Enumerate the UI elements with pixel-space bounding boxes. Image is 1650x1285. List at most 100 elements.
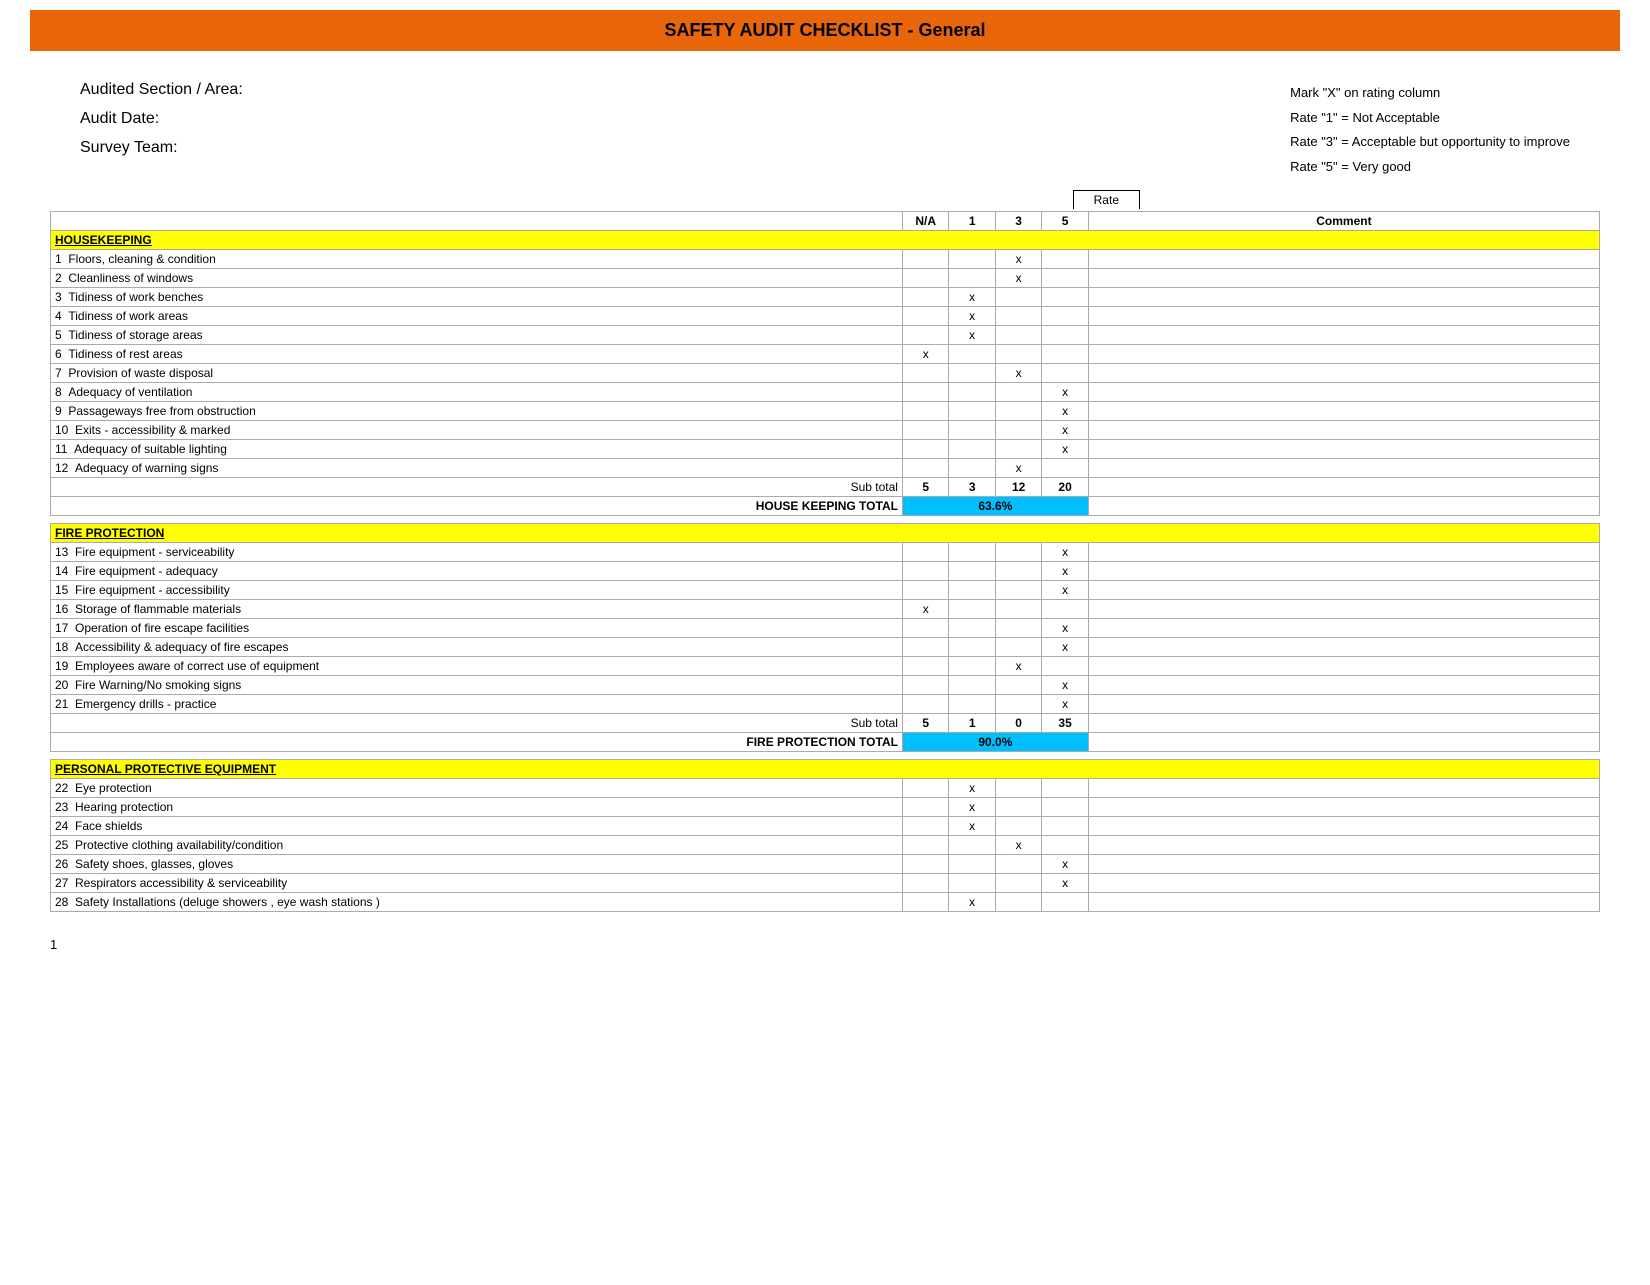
- r5-cell: [1042, 816, 1088, 835]
- subtotal-row: Sub total 5 3 12 20: [51, 477, 1600, 496]
- na-cell: [902, 249, 948, 268]
- item-label: 22 Eye protection: [51, 778, 903, 797]
- total-comment: [1088, 732, 1599, 751]
- legend-line1: Mark "X" on rating column: [1290, 81, 1570, 106]
- r1-cell: [949, 599, 995, 618]
- na-cell: [902, 420, 948, 439]
- r5-cell: x: [1042, 675, 1088, 694]
- r1-cell: [949, 694, 995, 713]
- r5-col-header: 5: [1042, 211, 1088, 230]
- r5-cell: x: [1042, 637, 1088, 656]
- r3-cell: [995, 401, 1041, 420]
- comment-cell: [1088, 778, 1599, 797]
- top-section: Audited Section / Area: Audit Date: Surv…: [0, 61, 1650, 190]
- table-row: 16 Storage of flammable materials x: [51, 599, 1600, 618]
- r3-cell: x: [995, 656, 1041, 675]
- r3-cell: [995, 694, 1041, 713]
- r3-cell: [995, 325, 1041, 344]
- r3-cell: x: [995, 268, 1041, 287]
- table-row: 8 Adequacy of ventilation x: [51, 382, 1600, 401]
- r5-cell: [1042, 458, 1088, 477]
- comment-cell: [1088, 249, 1599, 268]
- r3-cell: [995, 344, 1041, 363]
- audit-info: Audited Section / Area: Audit Date: Surv…: [80, 76, 243, 180]
- item-label: 8 Adequacy of ventilation: [51, 382, 903, 401]
- item-label: 24 Face shields: [51, 816, 903, 835]
- na-cell: [902, 637, 948, 656]
- r5-cell: [1042, 287, 1088, 306]
- na-cell: [902, 892, 948, 911]
- r5-cell: x: [1042, 542, 1088, 561]
- r3-cell: [995, 778, 1041, 797]
- table-row: 6 Tidiness of rest areas x: [51, 344, 1600, 363]
- comment-cell: [1088, 382, 1599, 401]
- legend-line3: Rate "3" = Acceptable but opportunity to…: [1290, 130, 1570, 155]
- r5-cell: x: [1042, 854, 1088, 873]
- na-cell: [902, 382, 948, 401]
- item-label: 27 Respirators accessibility & serviceab…: [51, 873, 903, 892]
- na-cell: [902, 778, 948, 797]
- page-title: SAFETY AUDIT CHECKLIST - General: [30, 10, 1620, 51]
- item-label: 9 Passageways free from obstruction: [51, 401, 903, 420]
- table-row: 25 Protective clothing availability/cond…: [51, 835, 1600, 854]
- r1-cell: x: [949, 892, 995, 911]
- r5-cell: x: [1042, 382, 1088, 401]
- r1-cell: x: [949, 778, 995, 797]
- na-cell: [902, 542, 948, 561]
- audit-table: N/A 1 3 5 Comment HOUSEKEEPING 1 Floors,…: [50, 211, 1600, 912]
- na-cell: [902, 816, 948, 835]
- section-header: FIRE PROTECTION: [51, 523, 1600, 542]
- r1-cell: [949, 835, 995, 854]
- item-label: 6 Tidiness of rest areas: [51, 344, 903, 363]
- table-header: N/A 1 3 5 Comment: [51, 211, 1600, 230]
- section-header: PERSONAL PROTECTIVE EQUIPMENT: [51, 759, 1600, 778]
- subtotal-r5: 20: [1042, 477, 1088, 496]
- section-title: FIRE PROTECTION: [51, 523, 1600, 542]
- table-row: 18 Accessibility & adequacy of fire esca…: [51, 637, 1600, 656]
- total-comment: [1088, 496, 1599, 515]
- comment-cell: [1088, 797, 1599, 816]
- r3-cell: x: [995, 835, 1041, 854]
- item-label: 20 Fire Warning/No smoking signs: [51, 675, 903, 694]
- r3-col-header: 3: [995, 211, 1041, 230]
- subtotal-comment: [1088, 477, 1599, 496]
- subtotal-label: Sub total: [51, 477, 903, 496]
- comment-cell: [1088, 542, 1599, 561]
- na-cell: [902, 694, 948, 713]
- na-cell: [902, 561, 948, 580]
- r5-cell: x: [1042, 694, 1088, 713]
- table-row: 24 Face shields x: [51, 816, 1600, 835]
- table-row: 15 Fire equipment - accessibility x: [51, 580, 1600, 599]
- r1-col-header: 1: [949, 211, 995, 230]
- subtotal-r1: 1: [949, 713, 995, 732]
- item-col-header: [51, 211, 903, 230]
- table-row: 9 Passageways free from obstruction x: [51, 401, 1600, 420]
- r3-cell: [995, 542, 1041, 561]
- r3-cell: [995, 618, 1041, 637]
- comment-cell: [1088, 325, 1599, 344]
- item-label: 7 Provision of waste disposal: [51, 363, 903, 382]
- legend-line4: Rate "5" = Very good: [1290, 155, 1570, 180]
- r1-cell: x: [949, 816, 995, 835]
- r1-cell: [949, 420, 995, 439]
- r5-cell: x: [1042, 618, 1088, 637]
- section-title: HOUSEKEEPING: [51, 230, 1600, 249]
- r5-cell: [1042, 249, 1088, 268]
- r3-cell: [995, 599, 1041, 618]
- rate-header-area: Rate: [50, 190, 1600, 209]
- table-row: 2 Cleanliness of windows x: [51, 268, 1600, 287]
- subtotal-na: 5: [902, 713, 948, 732]
- item-label: 10 Exits - accessibility & marked: [51, 420, 903, 439]
- item-label: 23 Hearing protection: [51, 797, 903, 816]
- r1-cell: [949, 249, 995, 268]
- na-cell: [902, 458, 948, 477]
- na-cell: [902, 363, 948, 382]
- r3-cell: x: [995, 363, 1041, 382]
- r1-cell: [949, 458, 995, 477]
- item-label: 26 Safety shoes, glasses, gloves: [51, 854, 903, 873]
- comment-cell: [1088, 835, 1599, 854]
- r1-cell: x: [949, 306, 995, 325]
- na-cell: [902, 797, 948, 816]
- item-label: 18 Accessibility & adequacy of fire esca…: [51, 637, 903, 656]
- subtotal-r3: 12: [995, 477, 1041, 496]
